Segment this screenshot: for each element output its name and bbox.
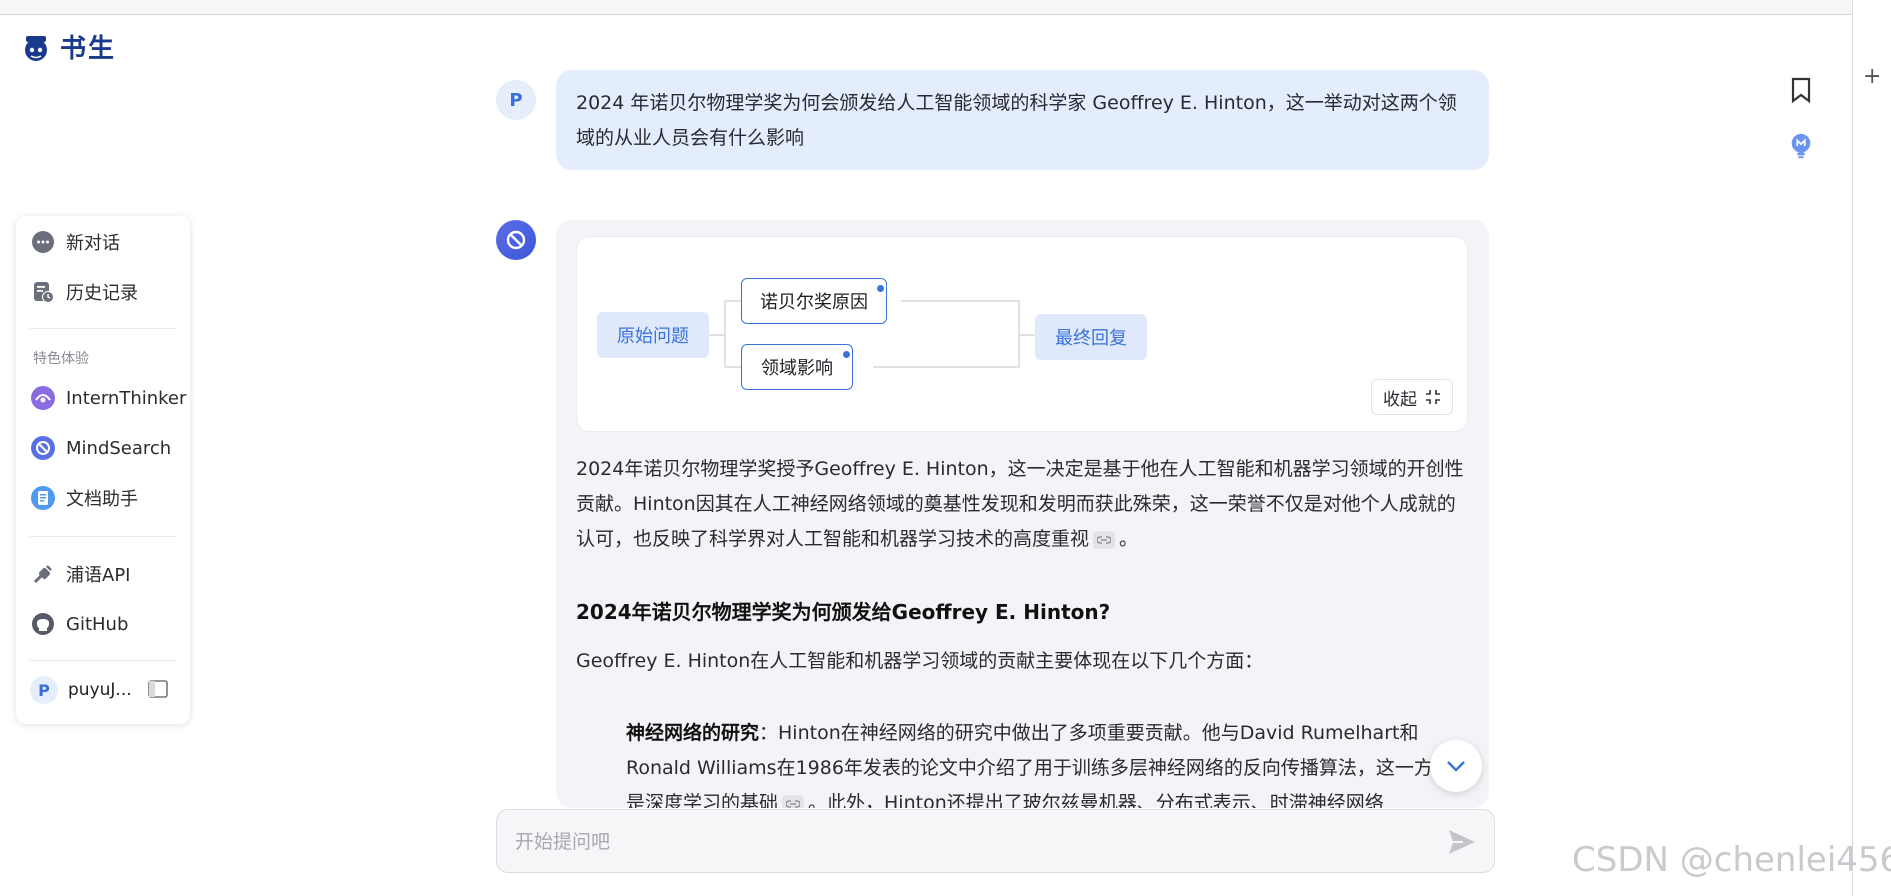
sidebar: 新对话 历史记录 特色体验 InternThinker MindSearch 文… — [16, 216, 190, 724]
bullet-title: 神经网络的研究 — [626, 722, 760, 744]
assistant-avatar — [496, 220, 536, 260]
divider — [30, 328, 176, 329]
active-dot — [877, 285, 884, 292]
github-icon — [30, 611, 56, 637]
mindmap: 原始问题 诺贝尔奖原因 领域影响 最终回复 收起 — [576, 236, 1468, 432]
history-icon — [30, 279, 56, 305]
document-assistant-icon — [30, 485, 56, 511]
sidebar-item-label: 历史记录 — [66, 283, 138, 304]
collapse-button[interactable]: 收起 — [1371, 379, 1453, 415]
sidebar-toggle-icon[interactable] — [148, 680, 168, 698]
mindmap-branch-node[interactable]: 领域影响 — [741, 344, 853, 390]
sidebar-item-label: 新对话 — [66, 233, 120, 254]
bullet-text-continued: 。此外，Hinton还提出了玻尔兹曼机器、分布式表示、时滞神经网络 — [808, 792, 1384, 808]
divider — [30, 536, 176, 537]
chat-bubble-icon — [30, 229, 56, 255]
user-avatar: P — [496, 80, 536, 120]
logo-text: 书生 — [60, 34, 117, 64]
sidebar-item-label: 文档助手 — [66, 489, 138, 510]
answer-text: 2024年诺贝尔物理学奖授予Geoffrey E. Hinton，这一决定是基于… — [576, 458, 1464, 550]
user-name: puyuJ... — [68, 680, 132, 700]
collapse-label: 收起 — [1383, 389, 1417, 410]
sidebar-item-new-chat[interactable]: 新对话 — [30, 224, 120, 260]
sidebar-item-label: GitHub — [66, 613, 129, 635]
lightbulb-icon[interactable] — [1788, 132, 1814, 160]
sidebar-item-document-assistant[interactable]: 文档助手 — [30, 480, 138, 516]
scroll-to-bottom-button[interactable] — [1430, 740, 1482, 792]
user-message: 2024 年诺贝尔物理学奖为何会颁发给人工智能领域的科学家 Geoffrey E… — [556, 70, 1489, 170]
sidebar-item-history[interactable]: 历史记录 — [30, 274, 138, 310]
mindmap-root-node[interactable]: 原始问题 — [597, 312, 709, 358]
sidebar-item-puyu-api[interactable]: 浦语API — [30, 556, 130, 592]
avatar: P — [30, 676, 58, 704]
intern-thinker-icon — [30, 385, 56, 411]
mindmap-connectors — [709, 300, 1035, 368]
answer-intro: Geoffrey E. Hinton在人工智能和机器学习领域的贡献主要体现在以下… — [576, 650, 1264, 672]
add-icon[interactable]: + — [1863, 66, 1881, 88]
mindmap-result-node[interactable]: 最终回复 — [1035, 314, 1147, 360]
answer-bullet: 神经网络的研究：Hinton在神经网络的研究中做出了多项重要贡献。他与David… — [626, 716, 1468, 808]
answer-heading: 2024年诺贝尔物理学奖为何颁发给Geoffrey E. Hinton? — [576, 600, 1111, 624]
chevron-down-icon — [1447, 761, 1465, 772]
mindsearch-icon — [506, 230, 526, 250]
sidebar-item-label: InternThinker — [66, 387, 187, 409]
chat-input[interactable] — [515, 824, 1415, 860]
mindsearch-icon — [30, 435, 56, 461]
sidebar-item-internthinker[interactable]: InternThinker — [30, 380, 186, 416]
chat-input-bar — [496, 809, 1495, 873]
section-title: 特色体验 — [33, 351, 89, 367]
divider — [30, 660, 176, 661]
sidebar-item-mindsearch[interactable]: MindSearch — [30, 430, 171, 466]
answer-text-end: 。 — [1119, 528, 1139, 550]
assistant-answer: 原始问题 诺贝尔奖原因 领域影响 最终回复 收起 2024年诺贝尔物理学奖授予G… — [556, 220, 1489, 808]
citation-link-icon[interactable] — [782, 794, 805, 808]
user-profile[interactable]: P puyuJ... — [30, 676, 132, 704]
active-dot — [843, 351, 850, 358]
sidebar-item-label: MindSearch — [66, 437, 172, 459]
citation-link-icon[interactable] — [1093, 530, 1116, 549]
logo[interactable]: 书生 — [18, 28, 116, 65]
collapse-icon — [1426, 390, 1440, 404]
sidebar-item-label: 浦语API — [66, 565, 131, 586]
send-icon[interactable] — [1447, 828, 1477, 856]
watermark: CSDN @chenlei456 — [1572, 840, 1891, 880]
bookmark-icon[interactable] — [1788, 76, 1814, 104]
answer-paragraph: 2024年诺贝尔物理学奖授予Geoffrey E. Hinton，这一决定是基于… — [576, 452, 1466, 557]
browser-right-panel: + — [1852, 0, 1891, 896]
plug-icon — [30, 561, 56, 587]
scholar-logo-icon — [25, 35, 47, 61]
sidebar-item-github[interactable]: GitHub — [30, 606, 128, 642]
mindmap-branch-node[interactable]: 诺贝尔奖原因 — [741, 278, 887, 324]
browser-top-strip — [0, 0, 1852, 15]
